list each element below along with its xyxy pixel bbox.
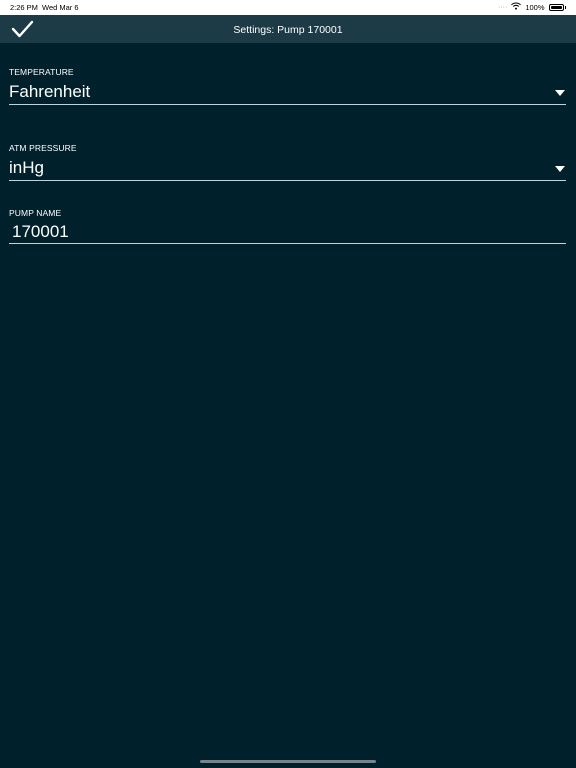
home-indicator[interactable] xyxy=(200,760,376,763)
pump-name-field: PUMP NAME xyxy=(9,208,569,244)
chevron-down-icon xyxy=(555,90,565,96)
status-time: 2:26 PM xyxy=(10,3,38,12)
battery-nub xyxy=(564,5,566,9)
temperature-field: TEMPERATURE Fahrenheit xyxy=(9,67,566,105)
status-date: Wed Mar 6 xyxy=(42,3,79,12)
wifi-icon xyxy=(511,2,522,12)
nav-bar: Settings: Pump 170001 xyxy=(0,15,576,43)
atm-pressure-value: inHg xyxy=(9,158,44,177)
battery-percent: 100% xyxy=(525,2,545,12)
temperature-dropdown[interactable]: Fahrenheit xyxy=(9,80,566,105)
pump-name-control xyxy=(9,221,569,244)
pump-name-label: PUMP NAME xyxy=(9,208,62,218)
status-bar: 2:26 PM Wed Mar 6 ···· 100% xyxy=(0,0,576,15)
temperature-value: Fahrenheit xyxy=(9,82,91,101)
pump-name-input[interactable] xyxy=(9,221,569,243)
battery-icon xyxy=(548,3,564,11)
atm-pressure-label: ATM PRESSURE xyxy=(9,143,77,153)
atm-pressure-dropdown[interactable]: inHg xyxy=(9,156,566,181)
atm-pressure-field: ATM PRESSURE inHg xyxy=(9,143,566,181)
page-title: Settings: Pump 170001 xyxy=(233,24,343,36)
status-indicators: ···· 100% xyxy=(498,2,566,12)
signal-dots-icon: ···· xyxy=(497,3,508,11)
chevron-down-icon xyxy=(555,166,565,172)
temperature-label: TEMPERATURE xyxy=(9,67,74,77)
